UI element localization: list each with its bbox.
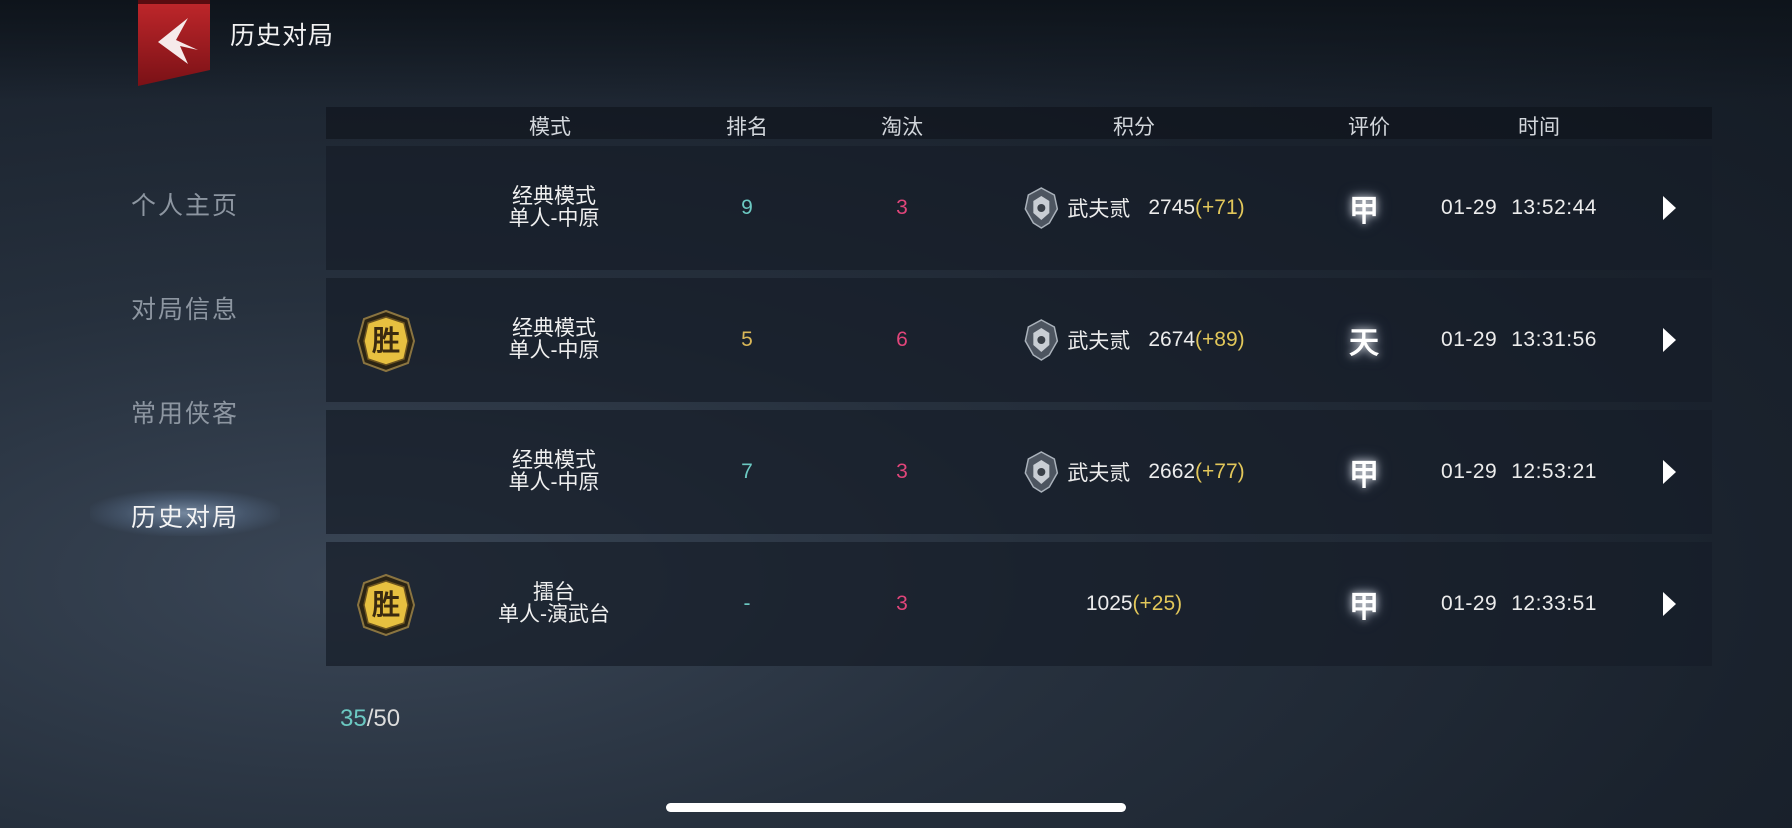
column-header-rank: 排名 <box>726 116 768 139</box>
row-arrow-icon[interactable] <box>1663 592 1676 616</box>
mode-map: 单人-中原 <box>508 207 600 230</box>
column-header-time: 时间 <box>1518 116 1560 139</box>
score-delta: (+89) <box>1195 328 1245 351</box>
eliminations-value: 3 <box>896 592 908 615</box>
table-row[interactable]: 经典模式 单人-中原 7 3 武夫贰 2662 (+77) 甲 01-29 12:5… <box>326 410 1712 534</box>
page-title: 历史对局 <box>230 22 335 50</box>
mode-map: 单人-中原 <box>508 471 600 494</box>
clock-value: 13:31:56 <box>1511 328 1597 351</box>
row-arrow-icon[interactable] <box>1663 328 1676 352</box>
sidebar-item-match-info[interactable]: 对局信息 <box>131 290 239 326</box>
mode-cell: 经典模式 单人-中原 <box>509 318 600 362</box>
victory-label: 胜 <box>371 324 400 357</box>
rank-value: 5 <box>741 328 753 351</box>
score-cell: 1025 (+25) <box>1086 592 1182 616</box>
table-row[interactable]: 胜 经典模式 单人-中原 5 6 武夫贰 2674 (+89) 天 01-29 13… <box>326 278 1712 402</box>
score-value: 2674 <box>1148 328 1196 351</box>
column-header-score: 积分 <box>1113 116 1155 139</box>
mode-map: 单人-演武台 <box>498 603 610 626</box>
rank-title: 武夫贰 <box>1067 462 1131 485</box>
clock-value: 12:33:51 <box>1511 592 1597 615</box>
time-cell: 01-29 12:33:51 <box>1441 592 1597 616</box>
sidebar-item-match-history[interactable]: 历史对局 <box>131 498 239 534</box>
mode-cell: 经典模式 单人-中原 <box>509 186 600 230</box>
mode-name: 经典模式 <box>512 185 596 208</box>
victory-label: 胜 <box>371 588 400 621</box>
rank-value: 9 <box>741 196 753 219</box>
rank-value: - <box>743 592 751 615</box>
grade-value: 天 <box>1349 326 1379 361</box>
row-arrow-icon[interactable] <box>1663 460 1676 484</box>
table-header: 模式 排名 淘汰 积分 评价 时间 <box>326 107 1712 139</box>
score-delta: (+25) <box>1132 592 1183 615</box>
back-button[interactable] <box>136 0 212 86</box>
score-value: 2745 <box>1148 196 1196 219</box>
time-cell: 01-29 13:31:56 <box>1441 328 1597 352</box>
mode-cell: 经典模式 单人-中原 <box>509 450 600 494</box>
column-header-mode: 模式 <box>529 116 571 139</box>
rank-emblem-icon <box>1024 451 1059 493</box>
rank-emblem-icon <box>1024 319 1059 361</box>
eliminations-value: 3 <box>896 460 908 483</box>
total-count: 50 <box>373 705 401 732</box>
score-cell: 武夫贰 2745 (+71) <box>1023 187 1245 229</box>
date-value: 01-29 <box>1441 460 1498 483</box>
rank-title: 武夫贰 <box>1067 198 1131 221</box>
rank-title: 武夫贰 <box>1067 330 1131 353</box>
mode-cell: 擂台 单人-演武台 <box>498 582 610 626</box>
column-header-grade: 评价 <box>1348 116 1390 139</box>
score-cell: 武夫贰 2662 (+77) <box>1023 451 1245 493</box>
pagination-count: 35/50 <box>340 705 400 733</box>
table-row[interactable]: 经典模式 单人-中原 9 3 武夫贰 2745 (+71) 甲 01-29 13:5… <box>326 146 1712 270</box>
table-row[interactable]: 胜 擂台 单人-演武台 - 3 1025 (+25) 甲 01-29 12:33:5… <box>326 542 1712 666</box>
rank-emblem-icon <box>1024 187 1059 229</box>
score-value: 1025 <box>1085 592 1133 615</box>
rank-value: 7 <box>741 460 753 483</box>
row-arrow-icon[interactable] <box>1663 196 1676 220</box>
clock-value: 12:53:21 <box>1511 460 1597 483</box>
mode-name: 经典模式 <box>512 317 596 340</box>
score-delta: (+77) <box>1195 460 1245 483</box>
score-delta: (+71) <box>1195 196 1245 219</box>
back-chevron-icon <box>138 0 210 86</box>
victory-badge-icon: 胜 <box>356 573 416 637</box>
score-value: 2662 <box>1148 460 1196 483</box>
clock-value: 13:52:44 <box>1511 196 1597 219</box>
sidebar-item-profile[interactable]: 个人主页 <box>131 186 239 222</box>
time-cell: 01-29 13:52:44 <box>1441 196 1597 220</box>
date-value: 01-29 <box>1441 196 1498 219</box>
date-value: 01-29 <box>1441 328 1498 351</box>
current-count: 35 <box>340 705 367 732</box>
mode-map: 单人-中原 <box>508 339 600 362</box>
home-indicator[interactable] <box>666 803 1126 812</box>
mode-name: 经典模式 <box>512 449 596 472</box>
date-value: 01-29 <box>1441 592 1498 615</box>
score-cell: 武夫贰 2674 (+89) <box>1023 319 1245 361</box>
grade-value: 甲 <box>1349 194 1379 229</box>
grade-value: 甲 <box>1349 590 1379 625</box>
grade-value: 甲 <box>1349 458 1379 493</box>
time-cell: 01-29 12:53:21 <box>1441 460 1597 484</box>
sidebar-item-frequent-heroes[interactable]: 常用侠客 <box>131 394 239 430</box>
mode-name: 擂台 <box>533 581 575 604</box>
victory-badge-icon: 胜 <box>356 309 416 373</box>
eliminations-value: 3 <box>896 196 908 219</box>
eliminations-value: 6 <box>896 328 908 351</box>
column-header-eliminations: 淘汰 <box>881 116 923 139</box>
